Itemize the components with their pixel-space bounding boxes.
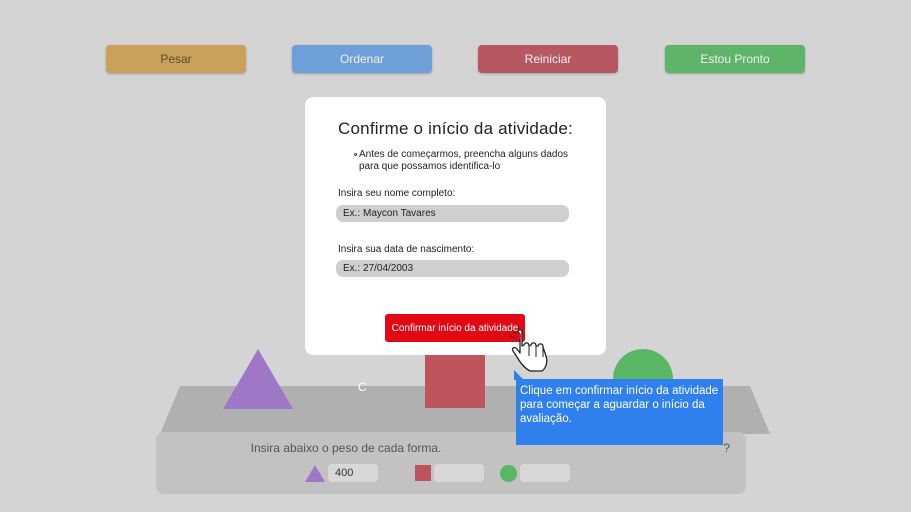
birthdate-input[interactable]: Ex.: 27/04/2003 [336, 260, 569, 277]
dialog-title: Confirme o início da atividade: [338, 119, 573, 138]
triangle-icon [305, 465, 325, 482]
name-input[interactable]: Ex.: Maycon Tavares [336, 205, 569, 222]
estou-pronto-button[interactable]: Estou Pronto [665, 45, 805, 73]
square-weight-input[interactable] [434, 464, 484, 482]
instruction-tooltip: Clique em confirmar início da atividade … [516, 379, 723, 445]
triangle-weight-input[interactable]: 400 [328, 464, 378, 482]
reiniciar-button[interactable]: Reiniciar [478, 45, 618, 73]
square-icon [415, 465, 431, 481]
square-shape[interactable] [425, 349, 485, 408]
weight-instructions: Insira abaixo o peso de cada forma. [250, 441, 442, 455]
circle-icon [500, 465, 517, 482]
dialog-bullet-text: Antes de começarmos, preencha alguns dad… [359, 149, 569, 172]
dialog-bullet: Antes de começarmos, preencha alguns dad… [354, 149, 569, 173]
confirm-start-button[interactable]: Confirmar início da atividade [385, 314, 525, 342]
birthdate-label: Insira sua data de nascimento: [338, 244, 475, 255]
help-icon[interactable]: ? [723, 441, 730, 455]
confirm-dialog: Confirme o início da atividade: Antes de… [305, 97, 606, 355]
pesar-button[interactable]: Pesar [106, 45, 246, 73]
table-letter: C [358, 380, 367, 394]
name-label: Insira seu nome completo: [338, 188, 456, 199]
hand-pointer-icon [509, 326, 548, 372]
bullet-icon [354, 153, 357, 156]
ordenar-button[interactable]: Ordenar [292, 45, 432, 73]
triangle-shape[interactable] [223, 349, 293, 409]
circle-weight-input[interactable] [520, 464, 570, 482]
